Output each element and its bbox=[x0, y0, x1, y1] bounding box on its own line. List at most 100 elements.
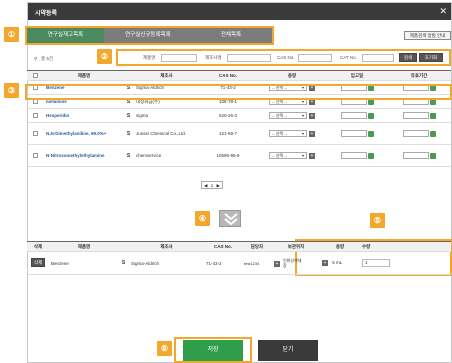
add-capacity-icon[interactable]: + bbox=[309, 130, 315, 137]
result-row[interactable]: N-Nitrosomethylethylamine Schemservice 105… bbox=[27, 144, 451, 167]
chevron-down-icon: ▾ bbox=[301, 153, 304, 158]
pagination: ◀ 1 ▶ bbox=[201, 181, 223, 189]
received-date-input[interactable] bbox=[340, 130, 367, 137]
cas-no-input[interactable] bbox=[298, 54, 332, 62]
callout-5: ⑤ bbox=[370, 213, 385, 228]
result-maker: Junsei Chemical Co.,Ltd. bbox=[134, 122, 199, 145]
result-cas: 10595-95-6 bbox=[199, 144, 257, 167]
result-cas: 121-69-7 bbox=[199, 122, 257, 145]
close-button[interactable]: 닫기 bbox=[258, 340, 318, 361]
callout-3: ③ bbox=[4, 83, 19, 98]
tab-highlight bbox=[25, 26, 274, 45]
search-icon: ⚲ bbox=[34, 56, 38, 61]
expiry-date-input[interactable] bbox=[402, 130, 429, 137]
sel-header-product: 제품명 bbox=[49, 241, 119, 252]
search-guide-button[interactable]: 제품검색 방법 안내 bbox=[404, 31, 451, 40]
add-capacity-icon[interactable]: + bbox=[309, 152, 315, 159]
result-maker: sigma bbox=[134, 108, 199, 123]
sel-header-delete: 삭제 bbox=[27, 241, 49, 252]
selected-header-row: 삭제 제품명 제조사 CAS No. 담당자 보관위치 용량 수량 bbox=[27, 241, 451, 252]
expiry-date-input[interactable] bbox=[402, 152, 429, 159]
close-icon[interactable]: ✕ bbox=[439, 6, 447, 17]
s-icon: S bbox=[121, 260, 126, 266]
product-name-label: 제품명 bbox=[143, 55, 156, 60]
add-capacity-icon[interactable]: + bbox=[309, 112, 315, 119]
selected-table: 삭제 제품명 제조사 CAS No. 담당자 보관위치 용량 수량 삭제 Ben… bbox=[27, 241, 451, 275]
header-cas-no: CAS No. bbox=[199, 70, 257, 81]
result-row[interactable]: Hesperidin Ssigma 520-26-3 -- 선택 -- ▾ + bbox=[27, 108, 451, 123]
result-product-name[interactable]: N-Nitrosomethylethylamine bbox=[46, 153, 105, 158]
sel-header-maker: 제조사 bbox=[129, 241, 204, 252]
cat-no-input[interactable] bbox=[362, 54, 394, 62]
cat-no-label: CAT No. bbox=[340, 55, 357, 60]
expiry-date-input[interactable] bbox=[402, 112, 429, 119]
results-header-row: 제품명 제조사 CAS No. 용량 입고일 유효기간 bbox=[27, 70, 451, 81]
quantity-input[interactable]: 1 bbox=[362, 259, 390, 267]
select-all-header bbox=[27, 70, 44, 81]
cas-no-label: CAS No. bbox=[277, 55, 295, 60]
dialog-title: 시약등록 bbox=[35, 11, 58, 17]
product-name-input[interactable] bbox=[161, 54, 197, 62]
capacity-select-value: -- 선택 -- bbox=[272, 113, 287, 118]
reset-button[interactable]: 초기화 bbox=[419, 53, 443, 62]
calendar-icon[interactable] bbox=[367, 112, 374, 119]
result-product-name[interactable]: N,N-Dimethylaniline, 99.0%+ bbox=[46, 131, 106, 136]
callout-1: ① bbox=[4, 27, 19, 42]
sel-header-quantity: 수량 bbox=[360, 241, 451, 252]
s-icon: S bbox=[126, 152, 131, 159]
s-icon: S bbox=[126, 112, 131, 119]
double-chevron-down-icon bbox=[224, 213, 238, 226]
callout-2: ② bbox=[97, 49, 112, 64]
received-date-input[interactable] bbox=[340, 152, 367, 159]
delete-button[interactable]: 삭제 bbox=[31, 258, 45, 267]
location-picker-icon[interactable]: + bbox=[274, 261, 280, 267]
capacity-picker-icon[interactable]: + bbox=[322, 260, 328, 266]
next-page-icon[interactable]: ▶ bbox=[217, 183, 220, 188]
select-all-checkbox[interactable] bbox=[33, 73, 38, 79]
row-checkbox[interactable] bbox=[33, 153, 38, 159]
dialog-titlebar: 시약등록 ✕ bbox=[28, 3, 451, 20]
chevron-down-icon: ▾ bbox=[301, 131, 304, 136]
capacity-select-value: -- 선택 -- bbox=[272, 153, 287, 158]
capacity-select[interactable]: -- 선택 -- ▾ bbox=[269, 112, 307, 119]
header-product-name: 제품명 bbox=[44, 70, 124, 81]
header-blank bbox=[124, 70, 134, 81]
selected-product-name: Benzene bbox=[49, 251, 119, 275]
capacity-select[interactable]: -- 선택 -- ▾ bbox=[269, 130, 307, 137]
save-button[interactable]: 저장 bbox=[183, 340, 243, 361]
prev-page-icon[interactable]: ◀ bbox=[204, 183, 207, 188]
maker-name-label: 제조사명 bbox=[205, 55, 222, 60]
selected-manager: test1234 bbox=[242, 251, 272, 275]
sel-header-blank bbox=[119, 241, 129, 252]
result-maker: chemservice bbox=[134, 144, 199, 167]
maker-name-input[interactable] bbox=[227, 54, 271, 62]
result-product-name[interactable]: Hesperidin bbox=[46, 113, 69, 118]
calendar-icon[interactable] bbox=[429, 130, 436, 137]
calendar-icon[interactable] bbox=[429, 152, 436, 159]
calendar-icon[interactable] bbox=[367, 152, 374, 159]
result-row[interactable]: N,N-Dimethylaniline, 99.0%+ S Junsei Chemi… bbox=[27, 122, 451, 145]
received-date-input[interactable] bbox=[340, 112, 367, 119]
capacity-select[interactable]: -- 선택 -- ▾ bbox=[269, 152, 307, 159]
row-checkbox[interactable] bbox=[33, 131, 38, 137]
s-icon: S bbox=[126, 130, 131, 137]
calendar-icon[interactable] bbox=[367, 130, 374, 137]
search-button[interactable]: 검색 bbox=[399, 53, 417, 62]
callout-6: ⑥ bbox=[157, 341, 172, 356]
result-cas: 520-26-3 bbox=[199, 108, 257, 123]
selected-cas: 71-43-2 bbox=[204, 251, 242, 275]
sel-header-manager: 담당자 bbox=[242, 241, 272, 252]
chevron-down-icon: ▾ bbox=[301, 113, 304, 118]
header-expiry-date: 유효기간 bbox=[387, 70, 451, 81]
calendar-icon[interactable] bbox=[429, 112, 436, 119]
selected-capacity: 5 mL bbox=[332, 260, 343, 266]
sel-header-cas: CAS No. bbox=[204, 241, 242, 252]
row-checkbox[interactable] bbox=[33, 113, 38, 119]
add-to-selection-button[interactable] bbox=[219, 210, 241, 227]
current-page[interactable]: 1 bbox=[209, 183, 216, 188]
selected-maker: Sigma-Aldrich bbox=[129, 251, 204, 275]
sel-header-capacity: 용량 bbox=[320, 241, 360, 252]
selected-location: 인화성액체장 bbox=[283, 258, 302, 268]
first-row-highlight bbox=[25, 84, 452, 100]
header-capacity: 용량 bbox=[257, 70, 327, 81]
